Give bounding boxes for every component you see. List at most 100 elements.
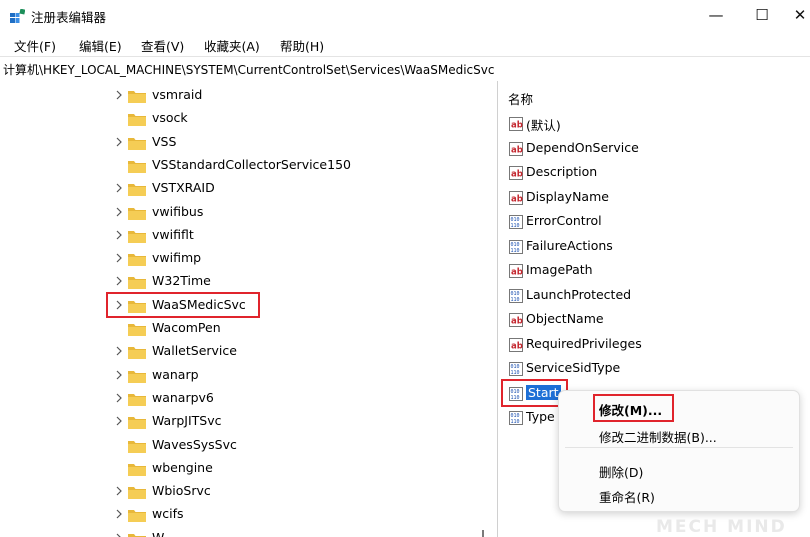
context-rename[interactable]: 重命名(R) xyxy=(599,487,655,506)
value-name: ImagePath xyxy=(526,262,593,277)
column-header-name[interactable]: 名称 xyxy=(508,89,533,108)
chevron-right-icon[interactable] xyxy=(113,368,125,382)
tree-item[interactable]: vwifibus xyxy=(0,202,497,225)
close-button[interactable]: ✕ xyxy=(785,0,810,30)
tree-item-label: vwifimp xyxy=(152,250,202,266)
svg-text:ab: ab xyxy=(511,170,523,180)
menu-file[interactable]: 文件(F) xyxy=(14,36,56,55)
tree-item[interactable]: vsock xyxy=(0,108,497,131)
waasmedicsvc-highlight-box xyxy=(106,292,260,318)
folder-icon xyxy=(128,91,146,103)
tree-item[interactable]: wanarp xyxy=(0,365,497,388)
tree-item[interactable]: WbioSrvc xyxy=(0,481,497,504)
chevron-right-icon[interactable] xyxy=(113,251,125,265)
folder-icon xyxy=(128,207,146,220)
tree-item-label: WacomPen xyxy=(152,320,221,335)
tree-item-label: WarpJITSvc xyxy=(152,413,222,429)
value-row[interactable]: 010 110 LaunchProtected xyxy=(506,285,806,307)
maximize-button[interactable]: ☐ xyxy=(739,0,785,30)
key-tree-pane[interactable]: vsmraid vsock VSS VSStandardCollectorServic… xyxy=(0,81,498,537)
tree-item[interactable]: W... xyxy=(0,528,497,537)
value-name: (默认) xyxy=(526,118,561,133)
context-modify-binary[interactable]: 修改二进制数据(B)... xyxy=(599,427,717,446)
string-icon: ab xyxy=(509,190,523,205)
address-path[interactable]: 计算机\HKEY_LOCAL_MACHINE\SYSTEM\CurrentCon… xyxy=(3,61,494,78)
chevron-right-icon[interactable] xyxy=(113,391,125,405)
chevron-right-icon[interactable] xyxy=(113,344,125,358)
tree-item[interactable]: wbengine xyxy=(0,458,497,481)
folder-icon xyxy=(128,463,146,476)
svg-text:ab: ab xyxy=(511,194,523,204)
tree-item[interactable]: VSS xyxy=(0,132,497,155)
tree-item-label: vsock xyxy=(152,110,188,126)
svg-text:110: 110 xyxy=(511,248,520,254)
modify-highlight-box xyxy=(593,394,674,422)
tree-item[interactable]: WavesSysSvc xyxy=(0,435,497,458)
value-row[interactable]: 010 110 ErrorControl xyxy=(506,211,806,233)
tree-item[interactable]: VSStandardCollectorService150 xyxy=(0,155,497,178)
value-row[interactable]: ab RequiredPrivileges xyxy=(506,334,806,356)
chevron-right-icon[interactable] xyxy=(113,484,125,498)
menu-view[interactable]: 查看(V) xyxy=(141,36,184,55)
value-row[interactable]: ab ImagePath xyxy=(506,260,806,282)
chevron-right-icon[interactable] xyxy=(113,274,125,288)
folder-icon xyxy=(128,510,146,523)
menu-favorites[interactable]: 收藏夹(A) xyxy=(204,36,260,55)
tree-item[interactable]: WacomPen xyxy=(0,318,497,341)
value-name: ObjectName xyxy=(526,311,604,326)
chevron-right-icon[interactable] xyxy=(113,531,125,537)
tree-item[interactable]: WalletService xyxy=(0,341,497,364)
value-row[interactable]: ab ObjectName xyxy=(506,309,806,331)
folder-icon xyxy=(128,114,146,127)
value-name: Description xyxy=(526,164,598,179)
tree-item[interactable]: wcifs xyxy=(0,504,497,527)
tree-item-label: W... xyxy=(152,530,175,537)
tree-item[interactable]: vwifimp xyxy=(0,248,497,271)
tree-item[interactable]: vsmraid xyxy=(0,85,497,108)
address-bar[interactable]: 计算机\HKEY_LOCAL_MACHINE\SYSTEM\CurrentCon… xyxy=(0,56,810,82)
tree-scrollbar-thumb[interactable] xyxy=(482,530,484,537)
value-row[interactable]: ab Description xyxy=(506,162,806,184)
folder-icon xyxy=(128,487,146,500)
value-row[interactable]: ab DisplayName xyxy=(506,187,806,209)
value-name: ErrorControl xyxy=(526,213,602,228)
chevron-right-icon[interactable] xyxy=(113,205,125,219)
tree-item[interactable]: WarpJITSvc xyxy=(0,411,497,434)
chevron-right-icon[interactable] xyxy=(113,228,125,242)
binary-icon: 010110 xyxy=(509,215,523,229)
chevron-right-icon[interactable] xyxy=(113,507,125,521)
folder-icon xyxy=(128,370,146,383)
chevron-right-icon[interactable] xyxy=(113,414,125,428)
value-name: DependOnService xyxy=(526,139,639,155)
chevron-right-icon[interactable] xyxy=(113,181,125,195)
value-row[interactable]: ab DependOnService xyxy=(506,138,806,160)
folder-icon xyxy=(128,393,146,406)
binary-icon: 010110 xyxy=(509,411,523,425)
chevron-right-icon[interactable] xyxy=(113,88,125,102)
menu-help[interactable]: 帮助(H) xyxy=(280,36,324,55)
menu-bar: 文件(F) 编辑(E) 查看(V) 收藏夹(A) 帮助(H) xyxy=(0,32,810,56)
folder-icon xyxy=(128,184,146,197)
tree-item-label: wcifs xyxy=(152,506,184,522)
value-row[interactable]: 010 110 ServiceSidType xyxy=(506,358,806,380)
chevron-right-icon[interactable] xyxy=(113,135,125,149)
svg-text:ab: ab xyxy=(511,317,523,327)
tree-item[interactable]: wanarpv6 xyxy=(0,388,497,411)
svg-text:110: 110 xyxy=(511,419,520,425)
folder-icon xyxy=(128,254,146,267)
context-delete[interactable]: 删除(D) xyxy=(599,462,643,481)
tree-item-label: vwifibus xyxy=(152,203,204,219)
tree-item-label: wbengine xyxy=(152,459,213,475)
value-row[interactable]: ab (默认) xyxy=(506,113,806,135)
value-row[interactable]: 010 110 FailureActions xyxy=(506,236,806,258)
tree-item[interactable]: vwififlt xyxy=(0,225,497,248)
tree-item-label: vsmraid xyxy=(152,87,203,102)
folder-icon xyxy=(128,347,146,360)
tree-item[interactable]: W32Time xyxy=(0,271,497,294)
folder-icon xyxy=(128,160,146,173)
tree-item-label: VSS xyxy=(152,133,177,149)
tree-item[interactable]: VSTXRAID xyxy=(0,178,497,201)
minimize-button[interactable]: — xyxy=(693,0,739,30)
watermark: MECH MIND xyxy=(656,517,787,537)
menu-edit[interactable]: 编辑(E) xyxy=(79,36,122,55)
